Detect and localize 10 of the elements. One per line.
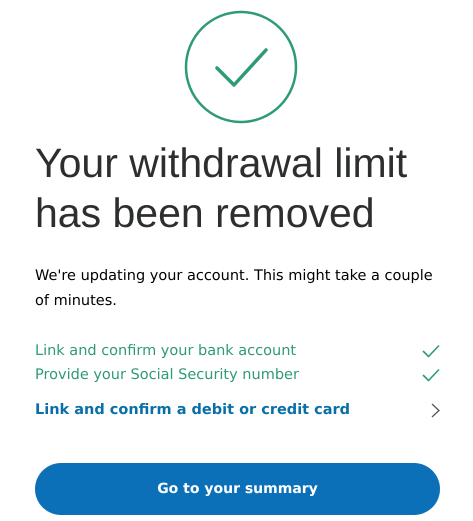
step-link[interactable]: Link and confirm a debit or credit card (35, 402, 350, 418)
status-message: We're updating your account. This might take a couple of minutes. (35, 267, 434, 311)
step-label: Link and confirm your bank account (35, 343, 296, 359)
chevron-right-icon[interactable] (431, 402, 440, 418)
page-heading: Your withdrawal limit has been removed (35, 139, 408, 238)
check-icon (422, 344, 440, 358)
summary-button[interactable]: Go to your summary (35, 463, 440, 515)
success-check-icon (184, 10, 298, 124)
check-icon (422, 368, 440, 382)
step-label: Provide your Social Security number (35, 367, 299, 383)
